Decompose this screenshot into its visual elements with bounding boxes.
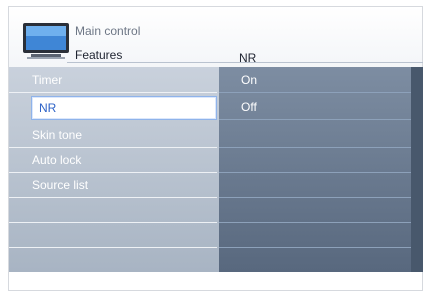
breadcrumb: Main control [75,24,141,38]
option-empty-4[interactable] [219,199,411,223]
tv-icon [23,23,69,59]
option-empty-2[interactable] [219,149,411,173]
option-empty-3[interactable] [219,174,411,198]
header-divider [67,62,423,63]
menu-item-auto-lock[interactable]: Auto lock [9,149,217,173]
option-empty-5[interactable] [219,224,411,248]
option-empty-6[interactable] [219,249,411,273]
section-title: Features [75,48,123,62]
options-list: On Off [219,67,423,273]
menu-item-empty-1[interactable] [9,199,217,223]
option-empty-1[interactable] [219,124,411,148]
option-on[interactable]: On [219,69,411,93]
menu-item-skin-tone[interactable]: Skin tone [9,124,217,148]
menu-footer [9,272,422,290]
menu-item-empty-2[interactable] [9,224,217,248]
menu-item-nr[interactable]: NR [31,96,217,120]
option-off[interactable]: Off [219,96,411,120]
tv-menu-window: Main control Features NR Timer NR Skin t… [8,6,423,291]
menu-list: Timer NR Skin tone Auto lock Source list [9,67,219,273]
menu-item-empty-3[interactable] [9,249,217,273]
menu-item-source-list[interactable]: Source list [9,174,217,198]
menu-item-timer[interactable]: Timer [9,69,217,93]
menu-header: Main control Features NR [9,7,423,69]
